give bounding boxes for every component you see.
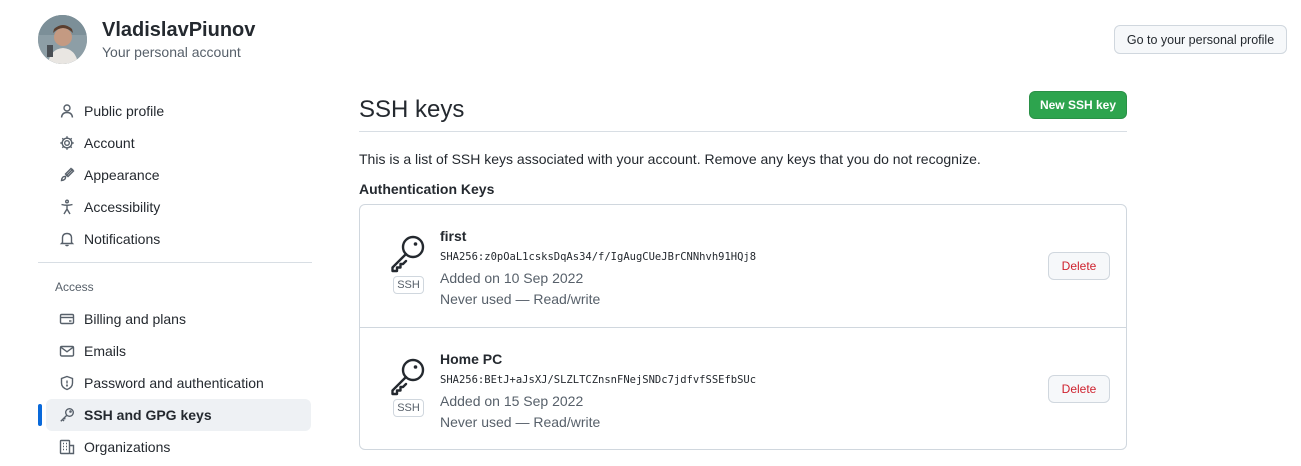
page-title: SSH keys: [359, 96, 465, 123]
shield-icon: [59, 375, 79, 391]
key-title: first: [440, 228, 467, 244]
sidebar-item-label: Notifications: [84, 231, 161, 247]
key-type-badge: SSH: [393, 399, 424, 417]
sidebar-item-label: Appearance: [84, 167, 160, 183]
sidebar-divider: [38, 262, 312, 263]
ssh-key-item: SSH first SHA256:z0pOaL1csksDqAs34/f/IgA…: [360, 205, 1126, 327]
page-description: This is a list of SSH keys associated wi…: [359, 151, 981, 167]
sidebar-item-label: Billing and plans: [84, 311, 186, 327]
page-header: SSH keys New SSH key: [359, 88, 1127, 132]
key-added-date: Added on 10 Sep 2022: [440, 270, 584, 286]
avatar[interactable]: [38, 15, 87, 64]
new-ssh-key-button[interactable]: New SSH key: [1029, 91, 1127, 119]
key-fingerprint: SHA256:z0pOaL1csksDqAs34/f/IgAugCUeJBrCN…: [440, 251, 757, 263]
delete-key-button[interactable]: Delete: [1048, 375, 1110, 403]
bell-icon: [59, 231, 79, 247]
sidebar-item-billing[interactable]: Billing and plans: [46, 303, 311, 335]
paintbrush-icon: [59, 167, 79, 183]
sidebar-item-appearance[interactable]: Appearance: [46, 159, 311, 191]
sidebar-item-organizations[interactable]: Organizations: [46, 431, 311, 463]
accessibility-icon: [59, 199, 79, 215]
key-icon: [389, 356, 429, 396]
sidebar-section-heading: Access: [55, 280, 94, 294]
credit-card-icon: [59, 311, 79, 327]
sidebar-item-emails[interactable]: Emails: [46, 335, 311, 367]
organization-icon: [59, 439, 79, 455]
sidebar-item-notifications[interactable]: Notifications: [46, 223, 311, 255]
key-title: Home PC: [440, 351, 503, 367]
sidebar-item-public-profile[interactable]: Public profile: [46, 95, 311, 127]
ssh-key-item: SSH Home PC SHA256:BEtJ+aJsXJ/SLZLTCZnsn…: [360, 327, 1126, 449]
section-title: Authentication Keys: [359, 181, 495, 197]
sidebar-item-label: SSH and GPG keys: [84, 407, 212, 423]
key-icon: [59, 407, 79, 423]
mail-icon: [59, 343, 79, 359]
sidebar-item-label: Password and authentication: [84, 375, 264, 391]
delete-key-button[interactable]: Delete: [1048, 252, 1110, 280]
username[interactable]: VladislavPiunov: [102, 19, 255, 42]
sidebar-item-label: Accessibility: [84, 199, 161, 215]
sidebar-item-accessibility[interactable]: Accessibility: [46, 191, 311, 223]
sidebar-item-ssh-gpg-keys[interactable]: SSH and GPG keys: [38, 399, 311, 431]
key-added-date: Added on 15 Sep 2022: [440, 393, 584, 409]
go-to-profile-button[interactable]: Go to your personal profile: [1114, 25, 1287, 54]
person-icon: [59, 103, 79, 119]
account-type-label: Your personal account: [102, 44, 241, 60]
key-usage-status: Never used — Read/write: [440, 291, 601, 307]
sidebar-item-account[interactable]: Account: [46, 127, 311, 159]
sidebar-item-password-authentication[interactable]: Password and authentication: [46, 367, 311, 399]
ssh-key-list: SSH first SHA256:z0pOaL1csksDqAs34/f/IgA…: [359, 204, 1127, 450]
gear-icon: [59, 135, 79, 151]
key-fingerprint: SHA256:BEtJ+aJsXJ/SLZLTCZnsnFNejSNDc7jdf…: [440, 374, 757, 386]
key-usage-status: Never used — Read/write: [440, 414, 601, 430]
sidebar-item-label: Account: [84, 135, 135, 151]
key-icon: [389, 233, 429, 273]
key-type-badge: SSH: [393, 276, 424, 294]
settings-sidebar: Public profile Account Appearance Access…: [38, 95, 312, 463]
sidebar-item-label: Organizations: [84, 439, 171, 455]
ssh-keys-panel: SSH keys New SSH key This is a list of S…: [359, 88, 1127, 450]
sidebar-item-label: Emails: [84, 343, 127, 359]
sidebar-item-label: Public profile: [84, 103, 165, 119]
